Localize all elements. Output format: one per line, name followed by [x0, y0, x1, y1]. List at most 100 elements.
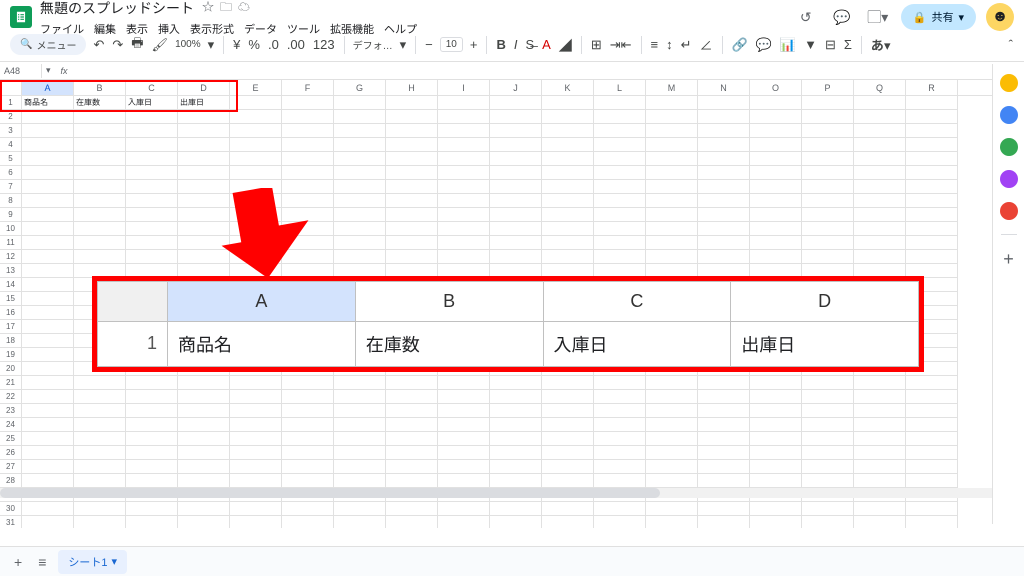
- cell[interactable]: [178, 432, 230, 446]
- cell[interactable]: [542, 194, 594, 208]
- cell[interactable]: [698, 516, 750, 528]
- cell[interactable]: [750, 222, 802, 236]
- cell[interactable]: [126, 446, 178, 460]
- cell[interactable]: [230, 222, 282, 236]
- row-header[interactable]: 15: [0, 292, 22, 306]
- cell[interactable]: [386, 362, 438, 376]
- input-ja-icon[interactable]: あ▾: [870, 35, 892, 54]
- cell[interactable]: [282, 502, 334, 516]
- col-header-i[interactable]: I: [438, 80, 490, 95]
- cell[interactable]: [126, 502, 178, 516]
- cell[interactable]: [74, 474, 126, 488]
- cell[interactable]: [646, 320, 698, 334]
- cell[interactable]: [594, 502, 646, 516]
- cell[interactable]: [542, 460, 594, 474]
- cell[interactable]: [542, 390, 594, 404]
- cell[interactable]: [646, 180, 698, 194]
- cell[interactable]: [178, 180, 230, 194]
- cell[interactable]: [386, 460, 438, 474]
- cell[interactable]: [438, 124, 490, 138]
- cell[interactable]: [74, 138, 126, 152]
- cell[interactable]: [750, 362, 802, 376]
- cell[interactable]: [126, 348, 178, 362]
- cell[interactable]: [542, 124, 594, 138]
- font-decrease-icon[interactable]: −: [424, 37, 434, 52]
- cell[interactable]: [22, 460, 74, 474]
- cell[interactable]: [386, 376, 438, 390]
- cell[interactable]: [22, 138, 74, 152]
- cell[interactable]: [594, 376, 646, 390]
- cell[interactable]: [646, 306, 698, 320]
- cell[interactable]: [490, 278, 542, 292]
- cell[interactable]: [230, 516, 282, 528]
- cell[interactable]: [178, 516, 230, 528]
- cell[interactable]: [802, 278, 854, 292]
- cell[interactable]: [386, 278, 438, 292]
- cell[interactable]: [906, 460, 958, 474]
- cell[interactable]: [74, 292, 126, 306]
- cell[interactable]: [854, 124, 906, 138]
- cell[interactable]: [646, 236, 698, 250]
- cell[interactable]: [438, 166, 490, 180]
- cell[interactable]: [646, 264, 698, 278]
- cell[interactable]: [594, 96, 646, 110]
- cell[interactable]: [178, 110, 230, 124]
- row-header[interactable]: 4: [0, 138, 22, 152]
- cell[interactable]: [386, 180, 438, 194]
- cell[interactable]: [178, 404, 230, 418]
- cell[interactable]: [178, 306, 230, 320]
- cell[interactable]: [698, 502, 750, 516]
- cell[interactable]: [750, 404, 802, 418]
- cell[interactable]: [750, 278, 802, 292]
- cell[interactable]: [750, 390, 802, 404]
- cell[interactable]: [906, 306, 958, 320]
- cell[interactable]: [854, 432, 906, 446]
- cell[interactable]: [854, 474, 906, 488]
- cell[interactable]: [698, 348, 750, 362]
- cell[interactable]: [802, 362, 854, 376]
- cell[interactable]: [126, 460, 178, 474]
- cell[interactable]: [802, 306, 854, 320]
- cell[interactable]: [906, 194, 958, 208]
- cell[interactable]: [698, 306, 750, 320]
- cell[interactable]: [230, 362, 282, 376]
- cell[interactable]: [906, 320, 958, 334]
- col-header-j[interactable]: J: [490, 80, 542, 95]
- cell[interactable]: [334, 236, 386, 250]
- cell[interactable]: [854, 516, 906, 528]
- cell[interactable]: [802, 292, 854, 306]
- cell[interactable]: [282, 418, 334, 432]
- col-header-a[interactable]: A: [22, 80, 74, 95]
- cell[interactable]: [854, 320, 906, 334]
- cell[interactable]: [438, 138, 490, 152]
- cell[interactable]: [906, 446, 958, 460]
- cell[interactable]: [126, 278, 178, 292]
- cell[interactable]: [854, 194, 906, 208]
- cell[interactable]: [906, 166, 958, 180]
- menu-help[interactable]: ヘルプ: [384, 21, 417, 37]
- cell[interactable]: [698, 110, 750, 124]
- cell[interactable]: [542, 404, 594, 418]
- cell[interactable]: [22, 152, 74, 166]
- cell[interactable]: [542, 278, 594, 292]
- cell[interactable]: [750, 460, 802, 474]
- cell[interactable]: [334, 264, 386, 278]
- chevron-down-icon[interactable]: ▾: [207, 37, 216, 53]
- sheet-tab-1[interactable]: シート1 ▾: [58, 550, 127, 574]
- cell[interactable]: [230, 418, 282, 432]
- cell[interactable]: [334, 180, 386, 194]
- cell[interactable]: [854, 138, 906, 152]
- cell[interactable]: [438, 96, 490, 110]
- row-header[interactable]: 9: [0, 208, 22, 222]
- cell[interactable]: [438, 180, 490, 194]
- cell[interactable]: [646, 250, 698, 264]
- name-box-dropdown-icon[interactable]: ▾: [42, 65, 55, 76]
- cell[interactable]: [490, 474, 542, 488]
- cell[interactable]: [74, 516, 126, 528]
- cell[interactable]: [594, 446, 646, 460]
- cell[interactable]: [282, 110, 334, 124]
- cell[interactable]: [854, 404, 906, 418]
- font-size-input[interactable]: 10: [440, 37, 463, 52]
- cell[interactable]: [490, 110, 542, 124]
- cell[interactable]: [74, 152, 126, 166]
